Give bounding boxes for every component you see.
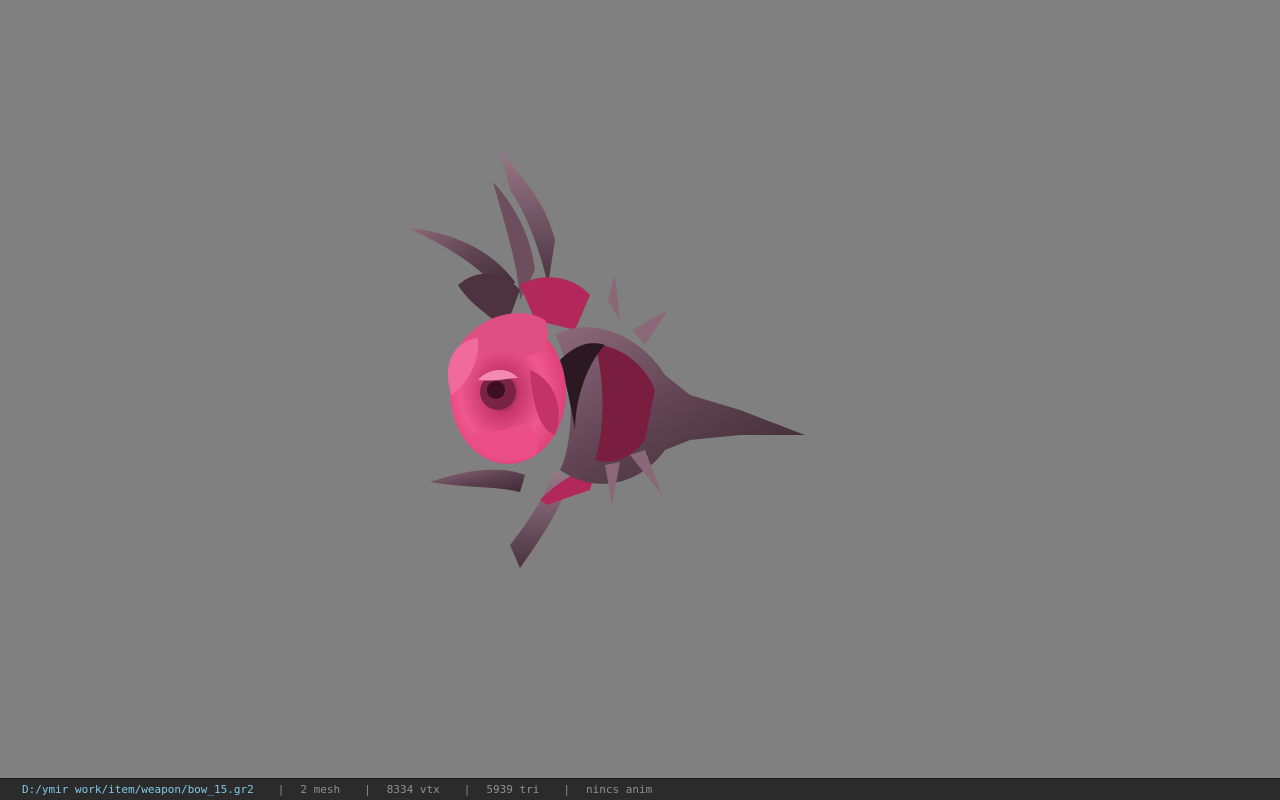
file-path: D:/ymir work/item/weapon/bow_15.gr2 (22, 783, 254, 796)
triangle-count: 5939 tri (486, 783, 540, 796)
animation-status: nincs anim (586, 783, 653, 796)
upper-limb (408, 150, 590, 330)
vertex-count: 8334 vtx (386, 783, 440, 796)
rose-ornament (447, 313, 566, 464)
mesh-count: 2 mesh (300, 783, 341, 796)
bow-grip (555, 275, 805, 505)
3d-viewport[interactable] (0, 0, 1280, 778)
separator: | (563, 783, 571, 796)
separator: | (277, 783, 285, 796)
separator: | (364, 783, 371, 796)
bow-model[interactable] (0, 0, 1280, 778)
separator: | (463, 783, 471, 796)
status-bar: D:/ymir work/item/weapon/bow_15.gr2 | 2 … (0, 778, 1280, 800)
lower-limb (430, 462, 598, 568)
